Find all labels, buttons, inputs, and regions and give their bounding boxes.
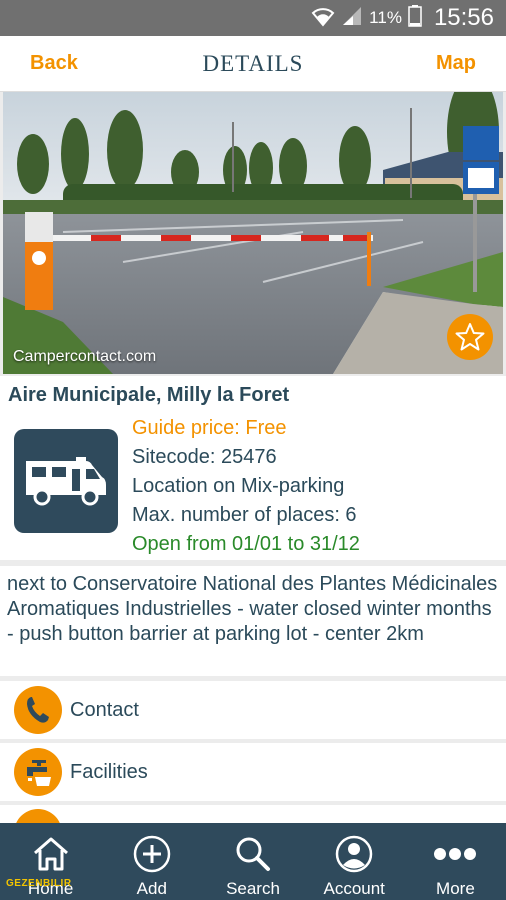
site-description: next to Conservatoire National des Plant…	[0, 566, 506, 676]
nav-search-label: Search	[226, 879, 280, 898]
nav-account[interactable]: Account	[304, 823, 405, 900]
search-icon	[236, 837, 270, 871]
map-button[interactable]: Map	[436, 52, 476, 75]
add-circle-icon	[133, 835, 171, 873]
clock: 15:56	[433, 4, 494, 31]
location-type: Location on Mix-parking	[132, 475, 345, 497]
page-title: DETAILS	[202, 51, 304, 76]
water-tap-icon	[27, 760, 51, 786]
facilities-icon-circle	[14, 748, 62, 796]
watermark-logo: GEZENBILIR	[6, 878, 72, 889]
home-icon	[33, 837, 68, 871]
nav-add[interactable]: Add	[101, 823, 202, 900]
phone-icon	[27, 697, 49, 723]
site-info-card: Aire Municipale, Milly la Foret Guide pr…	[0, 376, 506, 560]
sitecode: Sitecode: 25476	[132, 446, 277, 468]
photo-watermark: Campercontact.com	[13, 348, 157, 365]
opening-period: Open from 01/01 to 31/12	[132, 533, 360, 555]
facilities-label: Facilities	[70, 760, 148, 783]
battery-percent: 11%	[369, 8, 402, 27]
site-photo[interactable]: Campercontact.com	[3, 92, 503, 374]
nav-search[interactable]: Search	[202, 823, 303, 900]
camper-van-icon	[26, 457, 106, 506]
camper-type-badge	[14, 429, 118, 533]
battery-icon	[408, 4, 422, 32]
nav-add-label: Add	[136, 879, 167, 898]
nav-account-label: Account	[323, 879, 385, 898]
account-icon	[335, 835, 373, 873]
bottom-nav: Home Add Search Account More	[0, 823, 506, 900]
parking-photo-image	[3, 92, 503, 374]
more-icon	[434, 848, 477, 860]
status-bar: 11% 15:56	[0, 0, 506, 36]
site-details: Guide price: Free Sitecode: 25476 Locati…	[132, 414, 360, 559]
guide-price: Guide price: Free	[132, 417, 287, 439]
facilities-row[interactable]: Facilities	[0, 743, 506, 801]
contact-row[interactable]: Contact	[0, 681, 506, 739]
nav-more[interactable]: More	[405, 823, 506, 900]
nav-more-label: More	[436, 879, 475, 898]
contact-label: Contact	[70, 698, 139, 721]
favorite-button[interactable]	[447, 314, 493, 360]
site-name: Aire Municipale, Milly la Foret	[8, 384, 290, 406]
wifi-icon	[311, 5, 335, 32]
app-header: Back DETAILS Map	[0, 36, 506, 92]
contact-icon-circle	[14, 686, 62, 734]
signal-icon	[341, 6, 363, 31]
max-places: Max. number of places: 6	[132, 504, 357, 526]
star-icon	[455, 323, 485, 351]
